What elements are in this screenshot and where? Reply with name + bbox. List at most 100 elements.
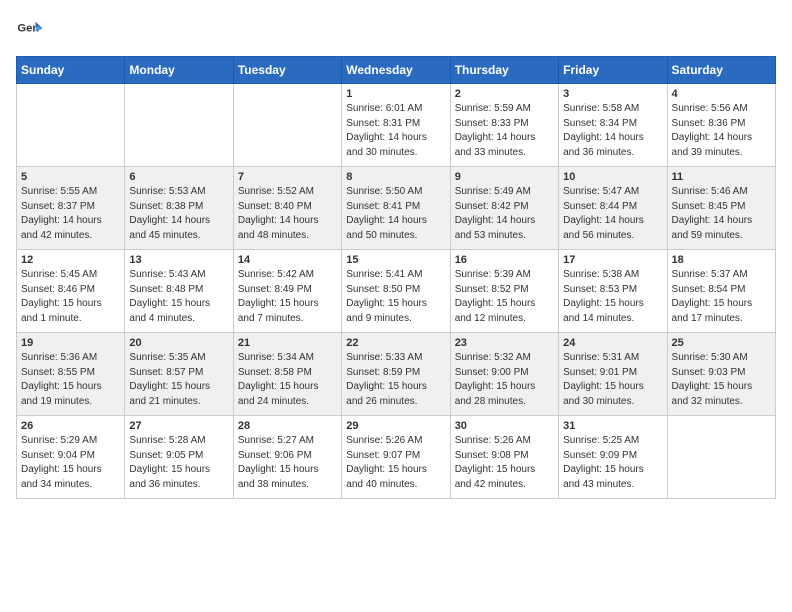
- day-header-monday: Monday: [125, 57, 233, 84]
- calendar-cell: 16Sunrise: 5:39 AM Sunset: 8:52 PM Dayli…: [450, 250, 558, 333]
- day-number: 8: [346, 171, 445, 183]
- day-number: 22: [346, 337, 445, 349]
- calendar-cell: 10Sunrise: 5:47 AM Sunset: 8:44 PM Dayli…: [559, 167, 667, 250]
- calendar-header: SundayMondayTuesdayWednesdayThursdayFrid…: [17, 57, 776, 84]
- day-number: 27: [129, 420, 228, 432]
- calendar-cell: [125, 84, 233, 167]
- day-number: 6: [129, 171, 228, 183]
- cell-info: Sunrise: 6:01 AM Sunset: 8:31 PM Dayligh…: [346, 102, 445, 160]
- cell-info: Sunrise: 5:29 AM Sunset: 9:04 PM Dayligh…: [21, 434, 120, 492]
- cell-info: Sunrise: 5:39 AM Sunset: 8:52 PM Dayligh…: [455, 268, 554, 326]
- day-number: 25: [672, 337, 771, 349]
- page-header: Gen: [16, 16, 776, 44]
- calendar-cell: 9 Sunrise: 5:49 AM Sunset: 8:42 PM Daylig…: [450, 167, 558, 250]
- day-number: 19: [21, 337, 120, 349]
- day-number: 5: [21, 171, 120, 183]
- cell-info: Sunrise: 5:46 AM Sunset: 8:45 PM Dayligh…: [672, 185, 771, 243]
- calendar-cell: 20 Sunrise: 5:35 AM Sunset: 8:57 PM Dayli…: [125, 333, 233, 416]
- day-number: 23: [455, 337, 554, 349]
- logo: Gen: [16, 16, 48, 44]
- day-number: 20: [129, 337, 228, 349]
- calendar-cell: 7 Sunrise: 5:52 AM Sunset: 8:40 PM Daylig…: [233, 167, 341, 250]
- day-number: 24: [563, 337, 662, 349]
- cell-info: Sunrise: 5:37 AM Sunset: 8:54 PM Dayligh…: [672, 268, 771, 326]
- day-header-saturday: Saturday: [667, 57, 775, 84]
- day-number: 28: [238, 420, 337, 432]
- calendar-cell: 13 Sunrise: 5:43 AM Sunset: 8:48 PM Dayli…: [125, 250, 233, 333]
- cell-info: Sunrise: 5:36 AM Sunset: 8:55 PM Dayligh…: [21, 351, 120, 409]
- calendar-cell: 28 Sunrise: 5:27 AM Sunset: 9:06 PM Dayli…: [233, 416, 341, 499]
- cell-info: Sunrise: 5:42 AM Sunset: 8:49 PM Dayligh…: [238, 268, 337, 326]
- cell-info: Sunrise: 5:56 AM Sunset: 8:36 PM Dayligh…: [672, 102, 771, 160]
- logo-icon: Gen: [16, 16, 44, 44]
- calendar-body: 1 Sunrise: 6:01 AM Sunset: 8:31 PM Daylig…: [17, 84, 776, 499]
- cell-info: Sunrise: 5:25 AM Sunset: 9:09 PM Dayligh…: [563, 434, 662, 492]
- week-row-2: 5 Sunrise: 5:55 AM Sunset: 8:37 PM Daylig…: [17, 167, 776, 250]
- day-number: 26: [21, 420, 120, 432]
- day-number: 18: [672, 254, 771, 266]
- calendar-cell: 31 Sunrise: 5:25 AM Sunset: 9:09 PM Dayli…: [559, 416, 667, 499]
- day-number: 10: [563, 171, 662, 183]
- cell-info: Sunrise: 5:35 AM Sunset: 8:57 PM Dayligh…: [129, 351, 228, 409]
- calendar-cell: [17, 84, 125, 167]
- cell-info: Sunrise: 5:32 AM Sunset: 9:00 PM Dayligh…: [455, 351, 554, 409]
- day-number: 1: [346, 88, 445, 100]
- calendar-cell: 15Sunrise: 5:41 AM Sunset: 8:50 PM Dayli…: [342, 250, 450, 333]
- cell-info: Sunrise: 5:28 AM Sunset: 9:05 PM Dayligh…: [129, 434, 228, 492]
- days-of-week-row: SundayMondayTuesdayWednesdayThursdayFrid…: [17, 57, 776, 84]
- cell-info: Sunrise: 5:30 AM Sunset: 9:03 PM Dayligh…: [672, 351, 771, 409]
- calendar-cell: 26 Sunrise: 5:29 AM Sunset: 9:04 PM Dayli…: [17, 416, 125, 499]
- cell-info: Sunrise: 5:38 AM Sunset: 8:53 PM Dayligh…: [563, 268, 662, 326]
- cell-info: Sunrise: 5:43 AM Sunset: 8:48 PM Dayligh…: [129, 268, 228, 326]
- day-header-wednesday: Wednesday: [342, 57, 450, 84]
- day-number: 9: [455, 171, 554, 183]
- day-number: 17: [563, 254, 662, 266]
- cell-info: Sunrise: 5:59 AM Sunset: 8:33 PM Dayligh…: [455, 102, 554, 160]
- calendar-cell: 18 Sunrise: 5:37 AM Sunset: 8:54 PM Dayli…: [667, 250, 775, 333]
- calendar-cell: 17 Sunrise: 5:38 AM Sunset: 8:53 PM Dayli…: [559, 250, 667, 333]
- cell-info: Sunrise: 5:26 AM Sunset: 9:07 PM Dayligh…: [346, 434, 445, 492]
- calendar-cell: 12 Sunrise: 5:45 AM Sunset: 8:46 PM Dayli…: [17, 250, 125, 333]
- day-number: 21: [238, 337, 337, 349]
- day-number: 29: [346, 420, 445, 432]
- calendar-cell: 24 Sunrise: 5:31 AM Sunset: 9:01 PM Dayli…: [559, 333, 667, 416]
- week-row-4: 19 Sunrise: 5:36 AM Sunset: 8:55 PM Dayli…: [17, 333, 776, 416]
- day-header-tuesday: Tuesday: [233, 57, 341, 84]
- cell-info: Sunrise: 5:49 AM Sunset: 8:42 PM Dayligh…: [455, 185, 554, 243]
- week-row-5: 26 Sunrise: 5:29 AM Sunset: 9:04 PM Dayli…: [17, 416, 776, 499]
- day-header-sunday: Sunday: [17, 57, 125, 84]
- calendar-cell: 27 Sunrise: 5:28 AM Sunset: 9:05 PM Dayli…: [125, 416, 233, 499]
- day-number: 13: [129, 254, 228, 266]
- day-number: 31: [563, 420, 662, 432]
- day-number: 2: [455, 88, 554, 100]
- cell-info: Sunrise: 5:27 AM Sunset: 9:06 PM Dayligh…: [238, 434, 337, 492]
- day-number: 4: [672, 88, 771, 100]
- cell-info: Sunrise: 5:33 AM Sunset: 8:59 PM Dayligh…: [346, 351, 445, 409]
- day-number: 14: [238, 254, 337, 266]
- calendar-cell: 4 Sunrise: 5:56 AM Sunset: 8:36 PM Daylig…: [667, 84, 775, 167]
- calendar-cell: 19 Sunrise: 5:36 AM Sunset: 8:55 PM Dayli…: [17, 333, 125, 416]
- calendar-cell: 25 Sunrise: 5:30 AM Sunset: 9:03 PM Dayli…: [667, 333, 775, 416]
- calendar-cell: 29 Sunrise: 5:26 AM Sunset: 9:07 PM Dayli…: [342, 416, 450, 499]
- day-number: 7: [238, 171, 337, 183]
- cell-info: Sunrise: 5:31 AM Sunset: 9:01 PM Dayligh…: [563, 351, 662, 409]
- day-number: 12: [21, 254, 120, 266]
- day-header-friday: Friday: [559, 57, 667, 84]
- calendar-cell: 23 Sunrise: 5:32 AM Sunset: 9:00 PM Dayli…: [450, 333, 558, 416]
- cell-info: Sunrise: 5:52 AM Sunset: 8:40 PM Dayligh…: [238, 185, 337, 243]
- cell-info: Sunrise: 5:34 AM Sunset: 8:58 PM Dayligh…: [238, 351, 337, 409]
- cell-info: Sunrise: 5:45 AM Sunset: 8:46 PM Dayligh…: [21, 268, 120, 326]
- calendar-cell: 3Sunrise: 5:58 AM Sunset: 8:34 PM Daylig…: [559, 84, 667, 167]
- calendar-cell: 14 Sunrise: 5:42 AM Sunset: 8:49 PM Dayli…: [233, 250, 341, 333]
- day-number: 15: [346, 254, 445, 266]
- day-number: 30: [455, 420, 554, 432]
- calendar-table: SundayMondayTuesdayWednesdayThursdayFrid…: [16, 56, 776, 499]
- calendar-cell: 8Sunrise: 5:50 AM Sunset: 8:41 PM Daylig…: [342, 167, 450, 250]
- cell-info: Sunrise: 5:55 AM Sunset: 8:37 PM Dayligh…: [21, 185, 120, 243]
- day-number: 11: [672, 171, 771, 183]
- calendar-cell: [667, 416, 775, 499]
- calendar-cell: 21 Sunrise: 5:34 AM Sunset: 8:58 PM Dayli…: [233, 333, 341, 416]
- calendar-cell: 5 Sunrise: 5:55 AM Sunset: 8:37 PM Daylig…: [17, 167, 125, 250]
- calendar-cell: 1 Sunrise: 6:01 AM Sunset: 8:31 PM Daylig…: [342, 84, 450, 167]
- cell-info: Sunrise: 5:26 AM Sunset: 9:08 PM Dayligh…: [455, 434, 554, 492]
